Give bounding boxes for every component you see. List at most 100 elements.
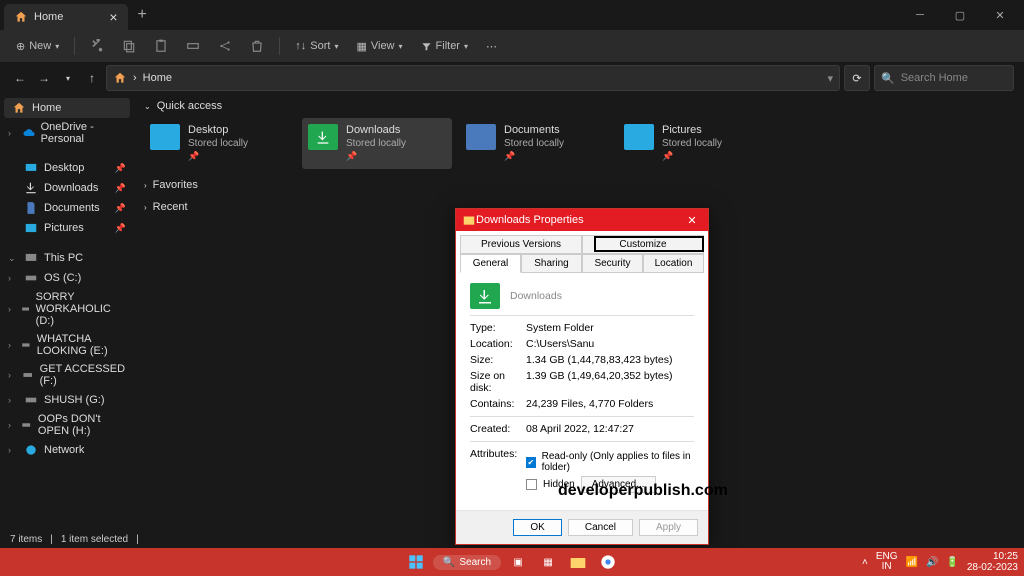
apply-button[interactable]: Apply — [639, 519, 698, 536]
tab-general[interactable]: General — [460, 254, 521, 273]
window-tab[interactable]: Home × — [4, 4, 128, 30]
pin-icon: 📌 — [115, 183, 126, 194]
desktop-icon — [24, 161, 38, 175]
sidebar-item-downloads[interactable]: Downloads📌 — [0, 178, 134, 198]
recent-locations-button[interactable]: ▾ — [58, 68, 78, 88]
pc-icon — [24, 251, 38, 265]
copy-button[interactable] — [116, 36, 142, 56]
sidebar-item-drive[interactable]: ›WHATCHA LOOKING (E:) — [0, 330, 134, 360]
sort-button[interactable]: ↑↓ Sort ▾ — [289, 37, 344, 55]
status-selected-count: 1 item selected — [61, 534, 128, 545]
new-button[interactable]: ⊕ New ▾ — [10, 37, 65, 56]
contains-value: 24,239 Files, 4,770 Folders — [526, 398, 694, 410]
close-window-button[interactable]: ✕ — [980, 0, 1020, 30]
taskbar-explorer[interactable] — [565, 551, 591, 573]
close-tab-button[interactable]: × — [109, 9, 117, 25]
delete-button[interactable] — [244, 36, 270, 56]
tab-location[interactable]: Location — [643, 254, 704, 273]
pin-icon: 📌 — [115, 203, 126, 214]
rename-button[interactable] — [180, 36, 206, 56]
dialog-titlebar[interactable]: Downloads Properties ✕ — [456, 209, 708, 231]
volume-icon[interactable]: 🔊 — [926, 557, 938, 568]
tab-sharing[interactable]: Sharing — [521, 254, 582, 273]
taskbar-chrome[interactable] — [595, 551, 621, 573]
address-bar[interactable]: › Home ▾ — [106, 65, 840, 91]
folder-icon — [466, 124, 496, 150]
sidebar-item-thispc[interactable]: ⌄This PC — [0, 248, 134, 268]
tray-chevron-icon[interactable]: ˄ — [862, 557, 868, 568]
minimize-button[interactable]: ─ — [900, 0, 940, 30]
cut-button[interactable] — [84, 36, 110, 56]
toolbar: ⊕ New ▾ ↑↓ Sort ▾ ▦ View ▾ Filter ▾ ⋯ — [0, 30, 1024, 62]
breadcrumb[interactable]: Home — [143, 72, 172, 84]
quick-access-header[interactable]: ⌄Quick access — [144, 100, 1014, 112]
folder-icon — [308, 124, 338, 150]
folder-desktop[interactable]: DesktopStored locally📌 — [144, 118, 294, 169]
readonly-checkbox[interactable]: ✔Read-only (Only applies to files in fol… — [526, 451, 694, 473]
pin-icon: 📌 — [346, 150, 406, 163]
tab-security[interactable]: Security — [582, 254, 643, 273]
home-icon — [113, 71, 127, 85]
pin-icon: 📌 — [115, 223, 126, 234]
dialog-tabs: Previous Versions Customize General Shar… — [456, 235, 708, 273]
system-tray[interactable]: ˄ ENGIN 📶 🔊 🔋 10:2528-02-2023 — [862, 551, 1018, 573]
taskbar-search[interactable]: 🔍Search — [433, 555, 501, 570]
sidebar-item-drive[interactable]: ›SHUSH (G:) — [0, 390, 134, 410]
up-button[interactable]: ↑ — [82, 68, 102, 88]
status-item-count: 7 items — [10, 534, 42, 545]
sidebar-item-pictures[interactable]: Pictures📌 — [0, 218, 134, 238]
pin-icon: 📌 — [662, 150, 722, 163]
network-icon — [24, 443, 38, 457]
folder-pictures[interactable]: PicturesStored locally📌 — [618, 118, 768, 169]
more-button[interactable]: ⋯ — [480, 37, 503, 56]
taskbar-app[interactable]: ▦ — [535, 551, 561, 573]
pin-icon: 📌 — [188, 150, 248, 163]
search-input[interactable]: 🔍 Search Home — [874, 65, 1014, 91]
refresh-button[interactable]: ⟳ — [844, 65, 870, 91]
drive-icon — [21, 418, 31, 432]
view-button[interactable]: ▦ View ▾ — [350, 37, 408, 56]
wifi-icon[interactable]: 📶 — [905, 557, 917, 568]
pictures-icon — [24, 221, 38, 235]
tab-customize[interactable]: Customize — [582, 235, 704, 254]
back-button[interactable]: ← — [10, 68, 30, 88]
paste-button[interactable] — [148, 36, 174, 56]
dialog-close-button[interactable]: ✕ — [682, 214, 702, 227]
folder-name-field[interactable]: Downloads — [510, 290, 562, 302]
taskbar: 🔍Search ▣ ▦ ˄ ENGIN 📶 🔊 🔋 10:2528-02-202… — [0, 548, 1024, 576]
sidebar-item-network[interactable]: ›Network — [0, 440, 134, 460]
filter-button[interactable]: Filter ▾ — [415, 37, 474, 55]
drive-icon — [24, 271, 38, 285]
document-icon — [24, 201, 38, 215]
download-icon — [24, 181, 38, 195]
add-tab-button[interactable]: + — [128, 6, 157, 24]
search-icon: 🔍 — [443, 557, 455, 568]
share-button[interactable] — [212, 36, 238, 56]
pin-icon: 📌 — [115, 163, 126, 174]
drive-icon — [21, 338, 31, 352]
sidebar-item-drive[interactable]: ›GET ACCESSED (F:) — [0, 360, 134, 390]
task-view-button[interactable]: ▣ — [505, 551, 531, 573]
folder-documents[interactable]: DocumentsStored locally📌 — [460, 118, 610, 169]
chevron-down-icon[interactable]: ▾ — [827, 72, 833, 85]
sidebar-item-drive[interactable]: ›SORRY WORKAHOLIC (D:) — [0, 288, 134, 330]
sidebar-item-drive[interactable]: ›OS (C:) — [0, 268, 134, 288]
battery-icon[interactable]: 🔋 — [946, 557, 958, 568]
tab-previous-versions[interactable]: Previous Versions — [460, 235, 582, 254]
home-icon — [14, 10, 28, 24]
maximize-button[interactable]: ▢ — [940, 0, 980, 30]
sidebar-item-documents[interactable]: Documents📌 — [0, 198, 134, 218]
favorites-header[interactable]: ›Favorites — [144, 179, 1014, 191]
sidebar-item-desktop[interactable]: Desktop📌 — [0, 158, 134, 178]
cloud-icon — [23, 126, 35, 140]
sidebar-item-home[interactable]: Home — [4, 98, 130, 118]
sidebar-item-drive[interactable]: ›OOPs DON't OPEN (H:) — [0, 410, 134, 440]
watermark-text: developerpublish.com — [558, 482, 728, 500]
folder-large-icon — [470, 283, 500, 309]
folder-downloads[interactable]: DownloadsStored locally📌 — [302, 118, 452, 169]
forward-button[interactable]: → — [34, 68, 54, 88]
ok-button[interactable]: OK — [513, 519, 561, 536]
start-button[interactable] — [403, 551, 429, 573]
sidebar-item-onedrive[interactable]: ›OneDrive - Personal — [0, 118, 134, 148]
cancel-button[interactable]: Cancel — [568, 519, 633, 536]
